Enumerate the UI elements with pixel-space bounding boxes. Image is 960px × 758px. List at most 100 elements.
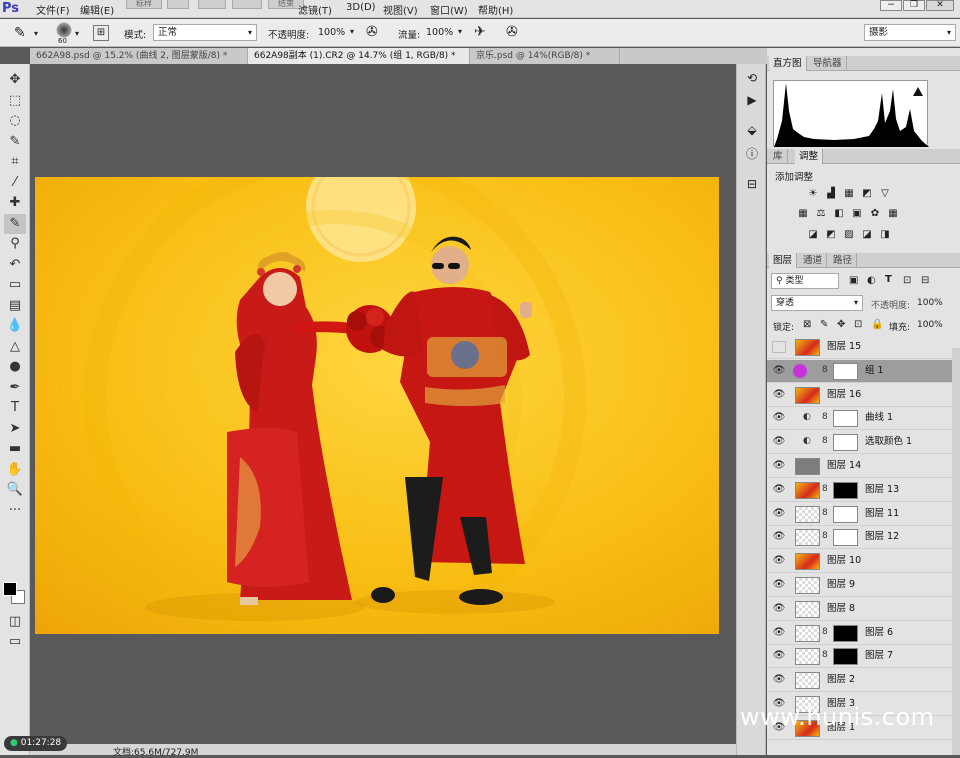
mode-select[interactable]: 正常 ▾ — [153, 24, 257, 41]
minimize-button[interactable]: − — [880, 0, 902, 11]
healing-tool-icon[interactable]: ✚ — [4, 193, 26, 213]
workspace-select[interactable]: 摄影 ▾ — [864, 24, 956, 41]
layer-row[interactable]: 👁 8 图层 6 — [767, 621, 952, 645]
pixel-filter-icon[interactable]: ▣ — [849, 275, 858, 286]
screen-mode-icon[interactable]: ▭ — [4, 632, 26, 652]
layer-thumbnail[interactable] — [795, 553, 820, 571]
tab-channels[interactable]: 通道 — [799, 253, 828, 268]
layer-thumbnail[interactable] — [791, 363, 817, 380]
pressure-size-icon[interactable]: ✇ — [506, 24, 518, 40]
actions-play-icon[interactable]: ▶ — [741, 90, 763, 110]
flow-value[interactable]: 100% — [426, 27, 453, 38]
opacity-chevron-icon[interactable]: ▾ — [350, 27, 354, 36]
tab-histogram[interactable]: 直方图 — [769, 56, 807, 71]
shape-filter-icon[interactable]: ⊡ — [903, 275, 911, 286]
visibility-eye-icon[interactable]: 👁 — [772, 555, 786, 567]
layer-row[interactable]: 👁 8 图层 7 — [767, 645, 952, 669]
visibility-eye-icon[interactable]: 👁 — [772, 627, 786, 639]
blend-mode-select[interactable]: 穿透 ▾ — [771, 295, 863, 311]
layer-opacity-value[interactable]: 100% — [917, 298, 943, 308]
layer-mask-thumbnail[interactable] — [833, 624, 858, 642]
move-tool-icon[interactable]: ✥ — [4, 70, 26, 90]
layer-row[interactable]: 👁 8 图层 11 — [767, 502, 952, 526]
layer-thumbnail[interactable] — [795, 577, 820, 594]
brush-preview-icon[interactable] — [56, 22, 72, 38]
brightness-adjustment-icon[interactable]: ☀ — [807, 188, 819, 200]
gradient-tool-icon[interactable]: ▤ — [4, 296, 26, 316]
foreground-color-swatch[interactable] — [3, 582, 17, 596]
layers-scrollbar[interactable] — [952, 348, 960, 755]
tab-document-2[interactable]: 662A98副本 (1).CR2 @ 14.7% (组 1, RGB/8) * — [248, 48, 470, 64]
tool-preset-chevron-icon[interactable]: ▾ — [34, 29, 38, 38]
menu-item[interactable]: 文件(F) — [36, 2, 70, 17]
layer-row[interactable]: 👁 图层 2 — [767, 669, 952, 693]
zoom-tool-icon[interactable]: 🔍 — [4, 480, 26, 500]
visibility-eye-icon[interactable]: 👁 — [772, 579, 786, 591]
layer-thumbnail[interactable] — [795, 648, 820, 666]
quick-select-tool-icon[interactable]: ✎ — [4, 132, 26, 152]
tab-layers[interactable]: 图层 — [769, 253, 798, 268]
lasso-tool-icon[interactable]: ◌ — [4, 111, 26, 131]
layer-row[interactable]: 👁 图层 10 — [767, 550, 952, 574]
crop-tool-icon[interactable]: ⌗ — [4, 152, 26, 172]
curves-adjustment-icon[interactable]: ▦ — [843, 188, 855, 200]
threshold-adjustment-icon[interactable]: ▨ — [843, 229, 855, 241]
lock-all-icon[interactable]: 🔒 — [871, 319, 883, 330]
visibility-eye-icon[interactable]: 👁 — [772, 674, 786, 686]
levels-adjustment-icon[interactable]: ▟ — [825, 188, 837, 200]
layer-row[interactable]: 👁 图层 16 — [767, 383, 952, 407]
layer-thumbnail[interactable] — [795, 529, 820, 547]
tab-document-3[interactable]: 京乐.psd @ 14%(RGB/8) * — [470, 48, 620, 64]
layer-row[interactable]: 👁 图层 9 — [767, 574, 952, 597]
menu-item[interactable]: 滤镜(T) — [298, 2, 332, 17]
layer-row[interactable]: 👁 8 图层 13 — [767, 478, 952, 502]
opacity-value[interactable]: 100% — [318, 27, 345, 38]
layer-row[interactable]: 👁 ◐ 8 选取颜色 1 — [767, 431, 952, 455]
menu-item[interactable]: 视图(V) — [383, 2, 418, 17]
selective-color-adjustment-icon[interactable]: ◨ — [879, 229, 891, 241]
visibility-eye-icon[interactable]: 👁 — [772, 412, 786, 424]
layer-row[interactable]: 👁 ◐ 8 曲线 1 — [767, 407, 952, 431]
hue-saturation-adjustment-icon[interactable]: ▦ — [797, 208, 809, 220]
info-panel-icon[interactable]: ⓘ — [741, 144, 763, 164]
type-tool-icon[interactable]: T — [4, 398, 26, 418]
exposure-adjustment-icon[interactable]: ◩ — [861, 188, 873, 200]
fill-value[interactable]: 100% — [917, 320, 943, 330]
layer-mask-thumbnail[interactable] — [833, 410, 858, 428]
layer-mask-thumbnail[interactable] — [833, 362, 858, 380]
layer-row[interactable]: 👁 图层 14 — [767, 455, 952, 478]
layer-row[interactable]: 👁 8 图层 12 — [767, 526, 952, 550]
black-white-adjustment-icon[interactable]: ◧ — [833, 208, 845, 220]
restore-button[interactable]: ❐ — [903, 0, 925, 11]
brush-presets-icon[interactable]: ⬙ — [741, 120, 763, 140]
mask-link-icon[interactable]: 8 — [822, 650, 828, 660]
vibrance-adjustment-icon[interactable]: ▽ — [879, 188, 891, 200]
eyedropper-tool-icon[interactable]: ⁄ — [4, 173, 26, 193]
blur-tool-icon[interactable]: 💧 — [4, 316, 26, 336]
tab-library[interactable]: 库 — [769, 149, 788, 164]
adjustment-filter-icon[interactable]: ◐ — [867, 275, 876, 286]
layer-thumbnail[interactable] — [795, 339, 820, 356]
lock-transparent-icon[interactable]: ⊠ — [803, 319, 811, 330]
photo-filter-adjustment-icon[interactable]: ▣ — [851, 208, 863, 220]
color-lookup-adjustment-icon[interactable]: ▦ — [887, 208, 899, 220]
mask-link-icon[interactable]: 8 — [822, 365, 828, 375]
lock-image-icon[interactable]: ✎ — [820, 319, 828, 330]
marquee-tool-icon[interactable]: ⬚ — [4, 91, 26, 111]
properties-panel-icon[interactable]: ⊟ — [741, 174, 763, 194]
stamp-tool-icon[interactable]: ⚲ — [4, 234, 26, 254]
tab-navigator[interactable]: 导航器 — [809, 56, 847, 71]
menu-item[interactable]: 编辑(E) — [80, 2, 114, 17]
close-button[interactable]: ✕ — [926, 0, 954, 11]
layer-mask-thumbnail[interactable] — [833, 505, 858, 523]
shape-tool-icon[interactable]: ▬ — [4, 439, 26, 459]
layer-mask-thumbnail[interactable] — [833, 529, 858, 547]
mask-link-icon[interactable]: 8 — [822, 508, 828, 518]
hand-tool-icon[interactable]: ✋ — [4, 460, 26, 480]
visibility-eye-icon[interactable]: 👁 — [772, 365, 786, 377]
history-brush-tool-icon[interactable]: ↶ — [4, 255, 26, 275]
brush-tool-icon[interactable]: ✎ — [4, 213, 26, 234]
lock-position-icon[interactable]: ✥ — [837, 319, 845, 330]
brush-picker-chevron-icon[interactable]: ▾ — [75, 29, 79, 38]
invert-adjustment-icon[interactable]: ◪ — [807, 229, 819, 241]
